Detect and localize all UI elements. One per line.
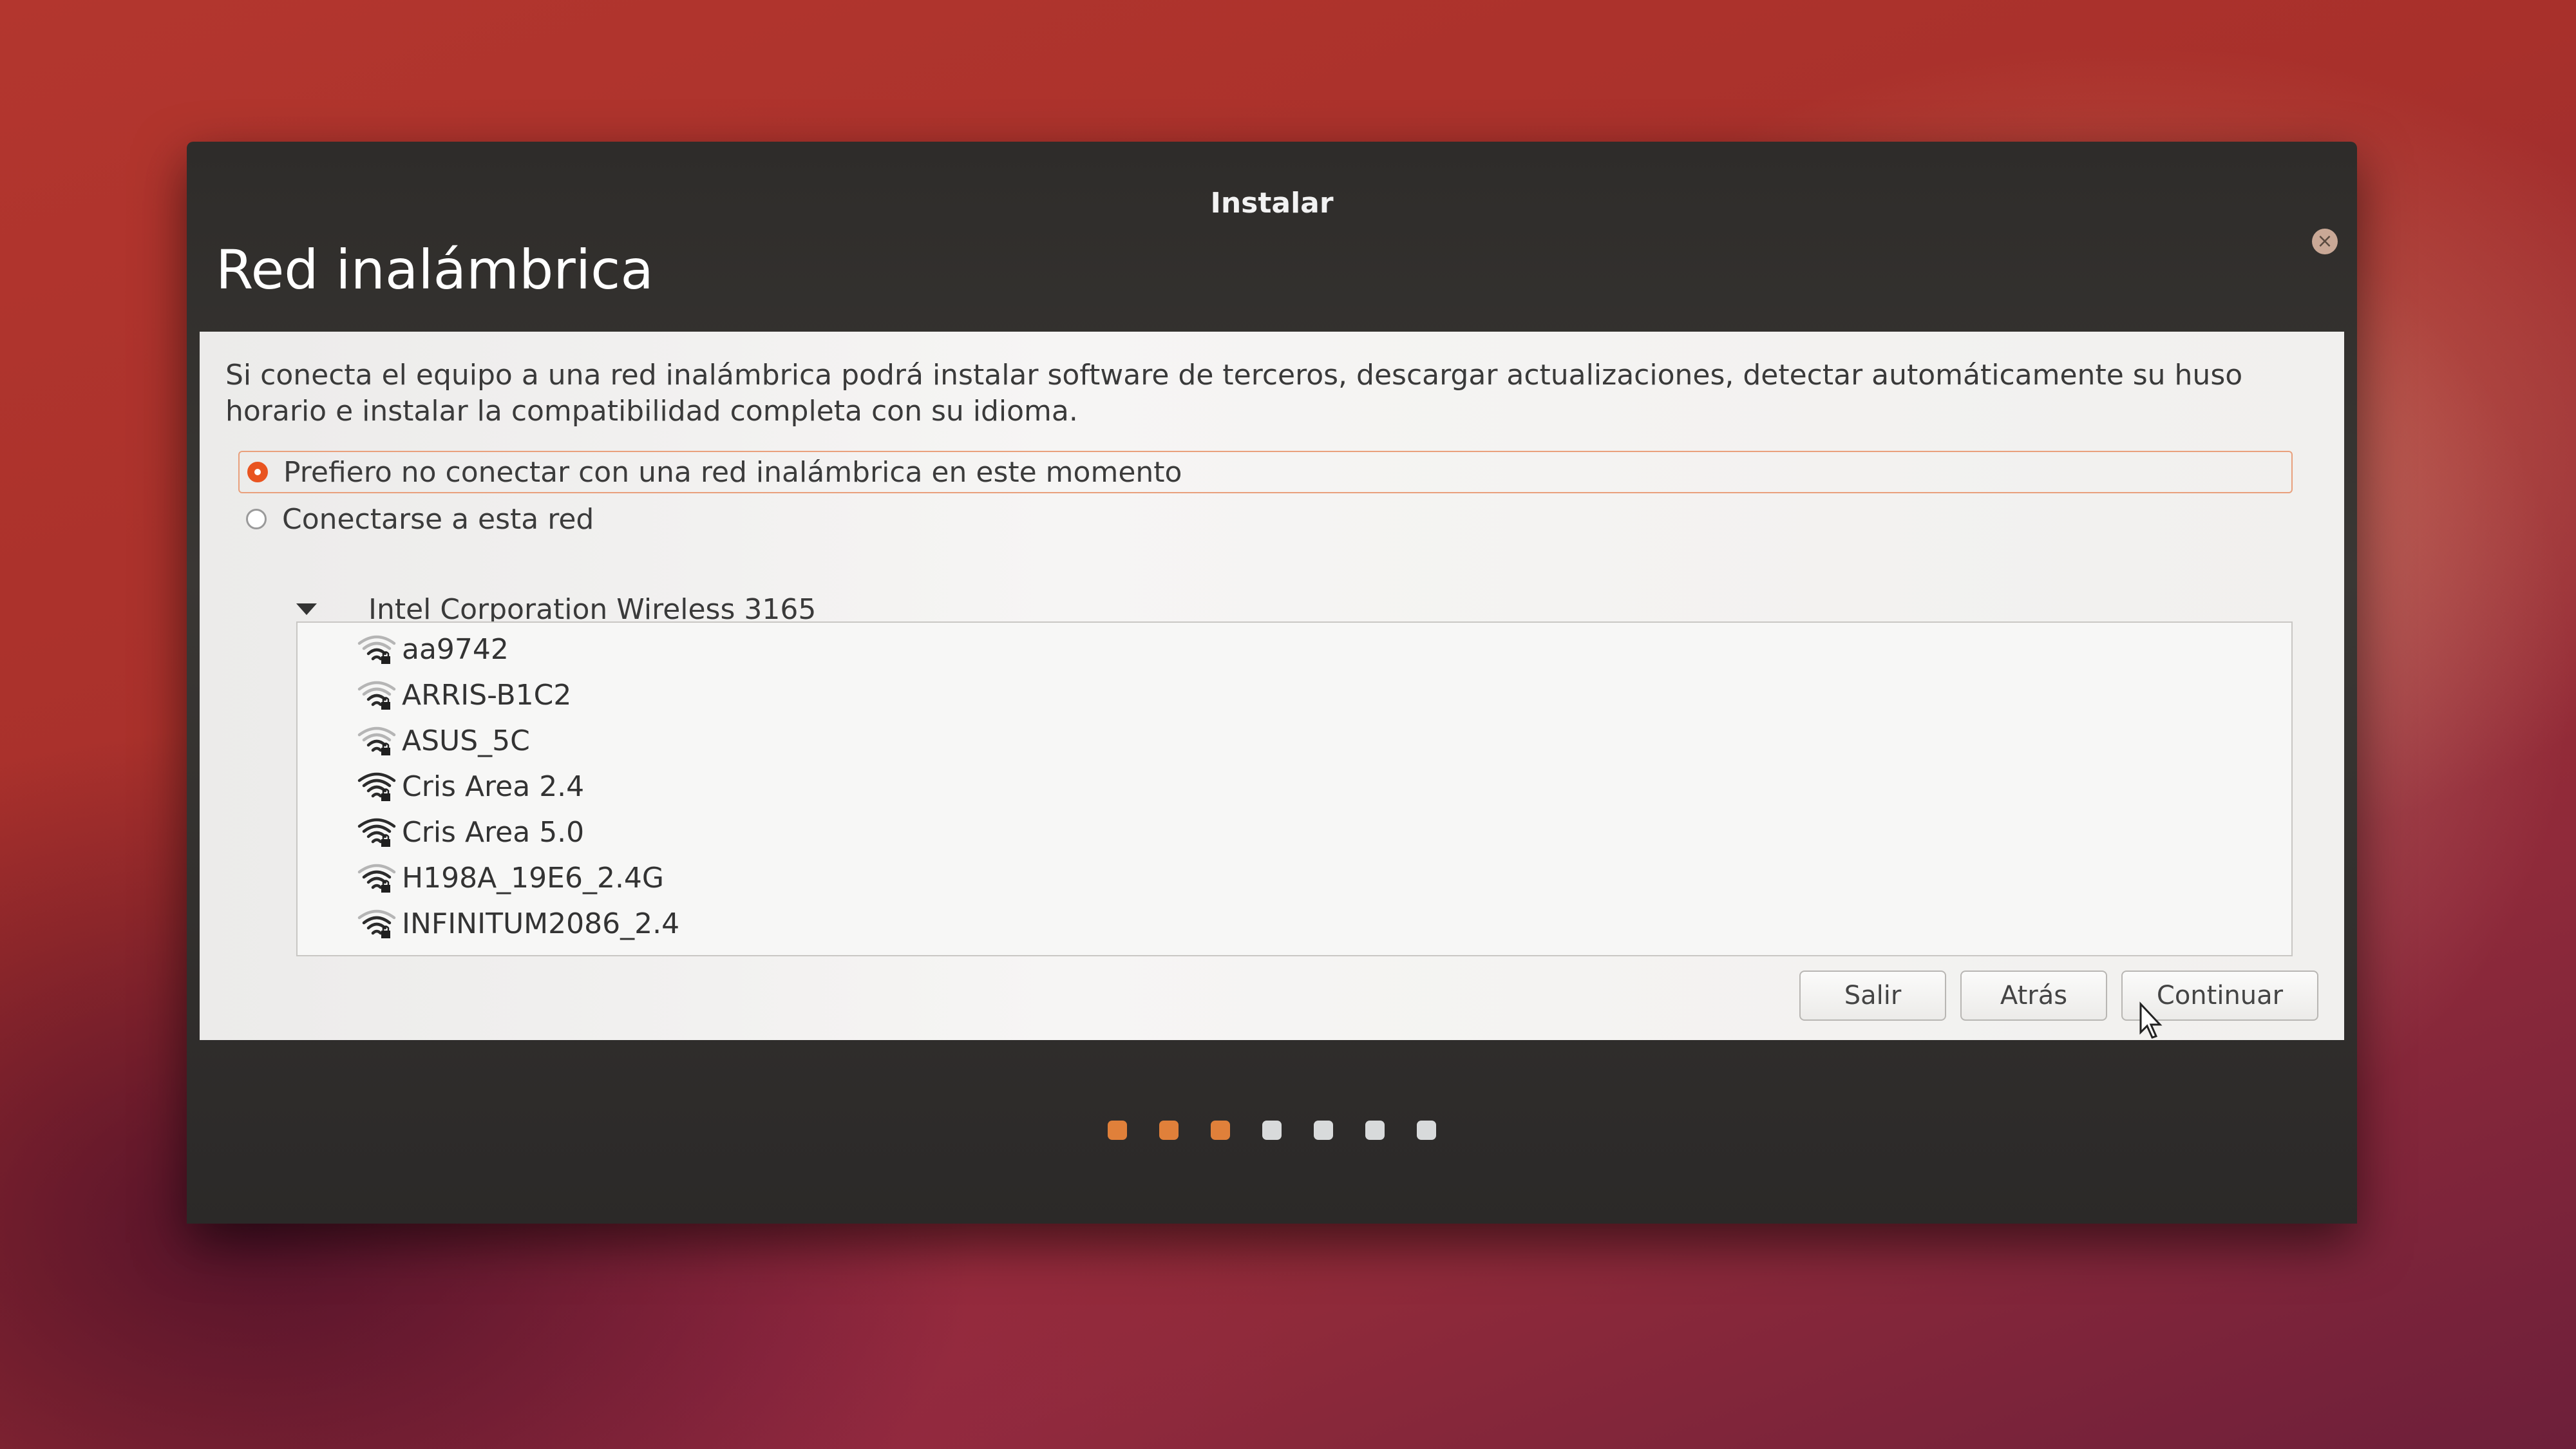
network-item[interactable]: ARRIS-B1C2 [355, 674, 571, 716]
adapter-label: Intel Corporation Wireless 3165 [368, 592, 817, 626]
network-ssid: ARRIS-B1C2 [402, 678, 572, 712]
wifi-secure-icon [357, 772, 396, 801]
wifi-secure-icon [357, 635, 396, 664]
progress-dot [1159, 1121, 1179, 1140]
network-item[interactable]: INFINITUM2086_2.4 [355, 902, 679, 945]
network-item[interactable]: aa9742 [355, 628, 509, 670]
quit-button[interactable]: Salir [1799, 971, 1946, 1021]
progress-dot [1262, 1121, 1282, 1140]
network-ssid: ASUS_5C [402, 724, 530, 757]
mouse-cursor-icon [2139, 1001, 2163, 1039]
window-title: Instalar [1210, 187, 1334, 220]
progress-dot [1108, 1121, 1127, 1140]
page-title: Red inalámbrica [216, 238, 654, 301]
progress-dot [1417, 1121, 1436, 1140]
page-description: Si conecta el equipo a una red inalámbri… [225, 359, 2243, 428]
option-connect[interactable]: Conectarse a esta red [246, 498, 594, 540]
back-button[interactable]: Atrás [1960, 971, 2107, 1021]
progress-dot [1365, 1121, 1385, 1140]
button-bar: Salir Atrás Continuar [1799, 971, 2318, 1021]
network-ssid: Cris Area 5.0 [402, 815, 585, 849]
progress-dot [1211, 1121, 1230, 1140]
content-panel: Si conecta el equipo a una red inalámbri… [200, 332, 2344, 1040]
option-no-connect-label: Prefiero no conectar con una red inalámb… [283, 455, 1182, 489]
radio-connect[interactable] [246, 509, 267, 529]
step-progress [187, 1121, 2357, 1140]
wifi-secure-icon [357, 818, 396, 847]
title-bar[interactable]: Instalar [187, 142, 2357, 220]
wifi-secure-icon [357, 681, 396, 710]
network-item[interactable]: Cris Area 5.0 [355, 811, 584, 853]
network-item[interactable]: H198A_19E6_2.4G [355, 857, 664, 899]
expander-down-icon[interactable] [296, 603, 317, 615]
network-ssid: aa9742 [402, 632, 509, 666]
network-item[interactable]: ASUS_5C [355, 719, 530, 762]
wifi-secure-icon [357, 726, 396, 755]
installer-window: Instalar × Red inalámbrica Si conecta el… [187, 142, 2357, 1224]
option-connect-label: Conectarse a esta red [282, 502, 594, 536]
option-no-connect[interactable]: Prefiero no conectar con una red inalámb… [238, 451, 2293, 493]
network-item[interactable]: Cris Area 2.4 [355, 765, 584, 808]
wifi-secure-icon [357, 864, 396, 893]
network-ssid: Cris Area 2.4 [402, 770, 585, 803]
network-list[interactable]: aa9742 ARRIS-B1C2 ASUS_5C Cris Area 2.4 Cris… [296, 621, 2293, 956]
network-ssid: H198A_19E6_2.4G [402, 861, 665, 895]
radio-no-connect[interactable] [247, 462, 268, 482]
network-ssid: INFINITUM2086_2.4 [402, 907, 680, 940]
close-icon[interactable]: × [2312, 229, 2338, 254]
progress-dot [1314, 1121, 1333, 1140]
wifi-secure-icon [357, 909, 396, 938]
